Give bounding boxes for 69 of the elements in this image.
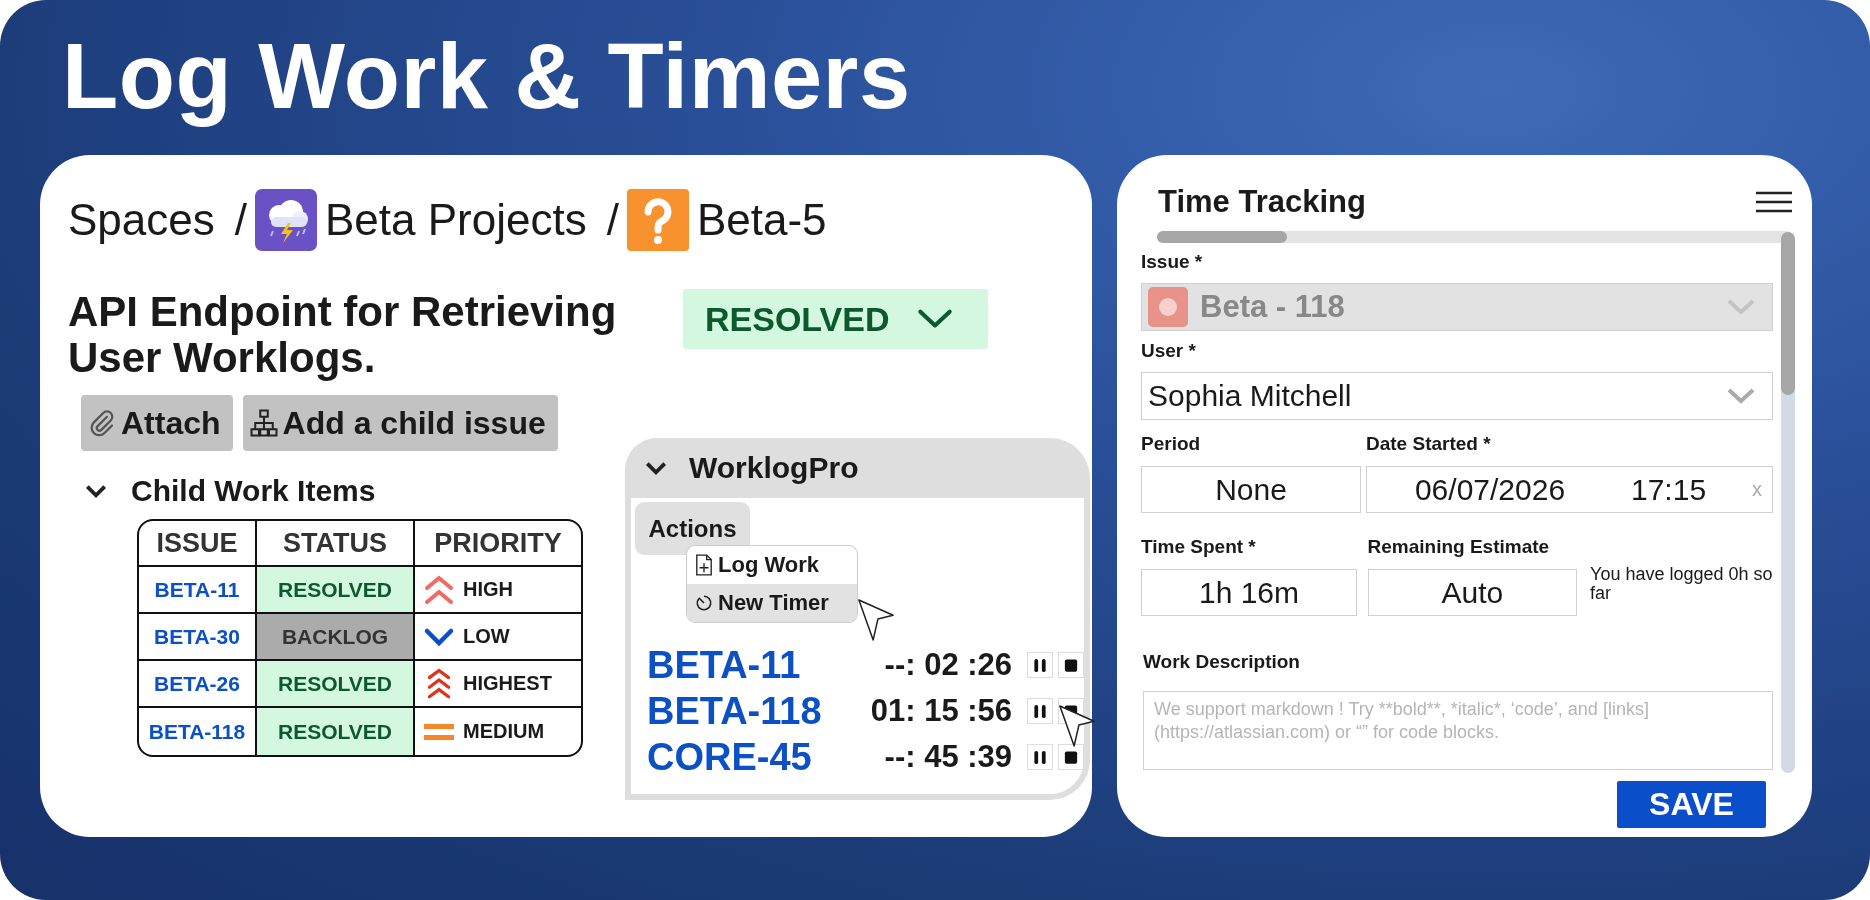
issue-summary: API Endpoint for Retrieving User Worklogs.: [68, 289, 618, 381]
document-plus-icon: [695, 554, 713, 576]
pause-icon: [1033, 657, 1048, 673]
user-select[interactable]: Sophia Mitchell: [1141, 372, 1773, 420]
pause-button[interactable]: [1027, 744, 1054, 770]
timer-display: 01: 15 :56: [869, 693, 1013, 729]
field-label: Remaining Estimate: [1367, 535, 1551, 559]
hierarchy-icon: [248, 408, 279, 438]
pause-button[interactable]: [1027, 698, 1054, 724]
priority-label: LOW: [463, 625, 510, 648]
priority-label: MEDIUM: [463, 720, 545, 743]
work-description-field[interactable]: We support markdown ! Try **bold**, *italic*, ‘code’, and [links](https://atlassian.com) or “” for code blocks.: [1143, 691, 1773, 770]
date-value: 06/07/2026: [1414, 472, 1566, 507]
attach-button[interactable]: Attach: [81, 395, 233, 451]
status-cell: RESOLVED: [257, 661, 415, 708]
field-label: Work Description: [1142, 650, 1301, 674]
remaining-estimate-field[interactable]: Auto: [1367, 569, 1578, 616]
section-heading: Child Work Items: [131, 474, 376, 508]
status-cell: RESOLVED: [257, 567, 415, 614]
field-label: Issue *: [1141, 250, 1204, 274]
add-child-issue-button[interactable]: Add a child issue: [242, 395, 558, 451]
question-icon: [626, 189, 689, 251]
chevron-down-icon: [915, 308, 954, 330]
double-chevron-up-icon: [423, 573, 455, 606]
breadcrumb-separator: /: [234, 195, 247, 245]
card-title: Time Tracking: [1158, 183, 1366, 220]
stop-icon: [1064, 749, 1078, 765]
storm-cloud-icon: [255, 189, 317, 251]
field-label: Time Spent *: [1141, 535, 1257, 559]
panel-title: WorklogPro: [689, 451, 859, 485]
timer-display: --: 02 :26: [883, 647, 1013, 683]
chevron-down-icon: [1726, 298, 1756, 316]
chevron-down-icon: [1726, 387, 1756, 405]
logged-time-note: You have logged 0h so far: [1590, 565, 1773, 605]
actions-button[interactable]: Actions: [635, 502, 750, 555]
issue-link[interactable]: CORE-45: [647, 735, 837, 779]
status-dropdown[interactable]: RESOLVED: [683, 289, 988, 349]
menu-icon[interactable]: [1756, 190, 1792, 213]
issue-link[interactable]: BETA-11: [647, 643, 837, 687]
stop-button[interactable]: [1058, 652, 1084, 678]
period-field[interactable]: None: [1141, 466, 1361, 513]
breadcrumb-link[interactable]: Spaces: [68, 195, 215, 245]
breadcrumb-link[interactable]: Beta-5: [696, 195, 827, 245]
date-field[interactable]: 06/07/2026 17:15 x: [1366, 466, 1773, 513]
stop-button[interactable]: [1058, 744, 1084, 770]
time-value: 17:15: [1631, 472, 1707, 507]
page-title: Log Work & Timers: [62, 24, 912, 129]
field-label: Date Started *: [1366, 432, 1492, 456]
vertical-scrollbar[interactable]: [1781, 232, 1795, 773]
time-spent-field[interactable]: 1h 16m: [1141, 569, 1357, 616]
column-header: ISSUE: [139, 521, 257, 567]
save-button[interactable]: SAVE: [1617, 781, 1766, 828]
priority-label: HIGHEST: [463, 672, 552, 695]
timer-display: --: 45 :39: [883, 739, 1013, 775]
pause-icon: [1033, 749, 1048, 765]
pause-button[interactable]: [1027, 652, 1054, 678]
menu-item[interactable]: New Timer: [687, 584, 857, 622]
breadcrumb-link[interactable]: Beta Projects: [325, 195, 587, 245]
column-header: PRIORITY: [415, 521, 581, 567]
issue-type-icon: [1148, 287, 1188, 327]
pause-icon: [1033, 703, 1048, 719]
field-label: User *: [1141, 339, 1197, 363]
status-cell: BACKLOG: [257, 614, 415, 661]
status-cell: RESOLVED: [257, 708, 415, 755]
priority-label: HIGH: [463, 578, 513, 601]
stop-icon: [1064, 657, 1078, 673]
field-label: Period: [1141, 432, 1202, 456]
breadcrumb-separator: /: [606, 195, 619, 245]
issue-link[interactable]: BETA-118: [647, 689, 837, 733]
